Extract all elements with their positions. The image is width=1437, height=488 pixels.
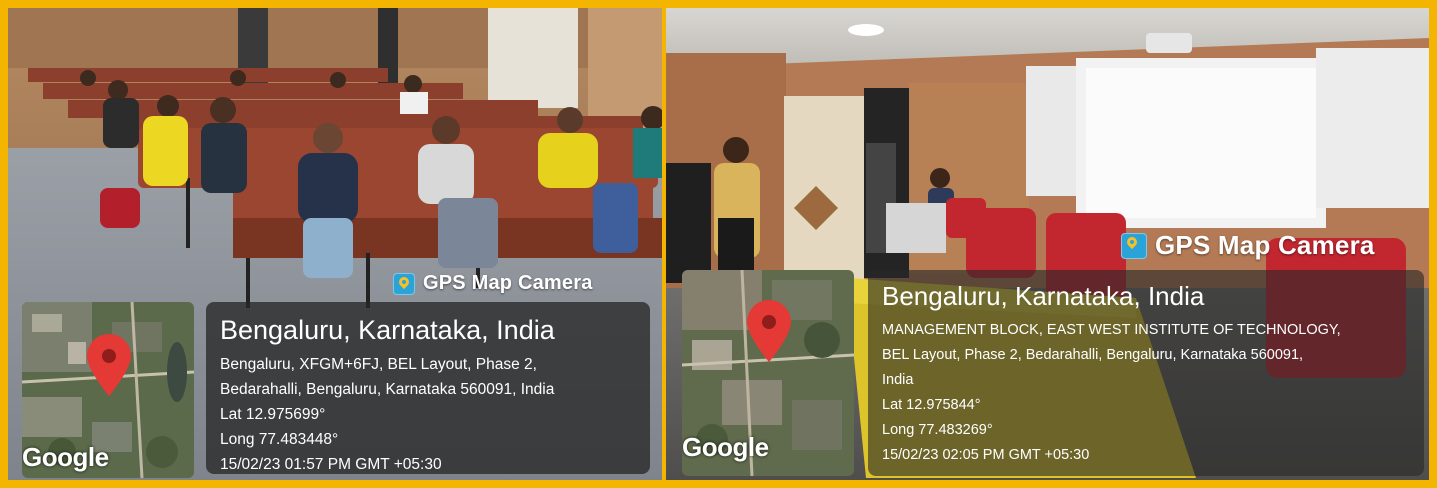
timestamp: 15/02/23 02:05 PM GMT +05:30 — [882, 447, 1090, 463]
address-line-1: MANAGEMENT BLOCK, EAST WEST INSTITUTE OF… — [882, 322, 1341, 338]
satellite-map-thumbnail: Google — [22, 302, 194, 478]
timestamp: 15/02/23 01:57 PM GMT +05:30 — [220, 456, 442, 473]
map-pin-icon — [747, 300, 791, 362]
brand-label: GPS Map Camera — [423, 272, 593, 294]
brand-label: GPS Map Camera — [1155, 230, 1375, 260]
longitude: Long 77.483269° — [882, 422, 993, 438]
gps-camera-icon — [393, 272, 415, 295]
google-watermark: Google — [682, 432, 769, 462]
gps-map-camera-tag: GPS Map Camera — [1121, 230, 1375, 261]
longitude: Long 77.483448° — [220, 431, 339, 448]
latitude: Lat 12.975844° — [882, 397, 981, 413]
location-info-card: Bengaluru, Karnataka, India Bengaluru, X… — [206, 302, 650, 474]
gps-camera-icon — [1121, 232, 1147, 259]
city-title: Bengaluru, Karnataka, India — [882, 281, 1205, 311]
address-line-2: BEL Layout, Phase 2, Bedarahalli, Bengal… — [882, 347, 1304, 363]
right-photo: GPS Map Camera Google Bengaluru, Karnata… — [666, 8, 1429, 480]
location-info-card: Bengaluru, Karnataka, India MANAGEMENT B… — [868, 270, 1424, 476]
google-watermark: Google — [22, 442, 109, 472]
city-title: Bengaluru, Karnataka, India — [220, 315, 555, 345]
address-line-3: India — [882, 372, 914, 388]
gps-map-camera-tag: GPS Map Camera — [393, 272, 593, 295]
latitude: Lat 12.975699° — [220, 406, 326, 423]
satellite-map-thumbnail: Google — [682, 270, 854, 476]
map-pin-icon — [87, 334, 131, 396]
left-photo: GPS Map Camera Google Bengaluru, Karnata… — [8, 8, 662, 480]
photo-collage: GPS Map Camera Google Bengaluru, Karnata… — [0, 0, 1437, 488]
address-line-1: Bengaluru, XFGM+6FJ, BEL Layout, Phase 2… — [220, 356, 537, 373]
address-line-2: Bedarahalli, Bengaluru, Karnataka 560091… — [220, 381, 555, 398]
